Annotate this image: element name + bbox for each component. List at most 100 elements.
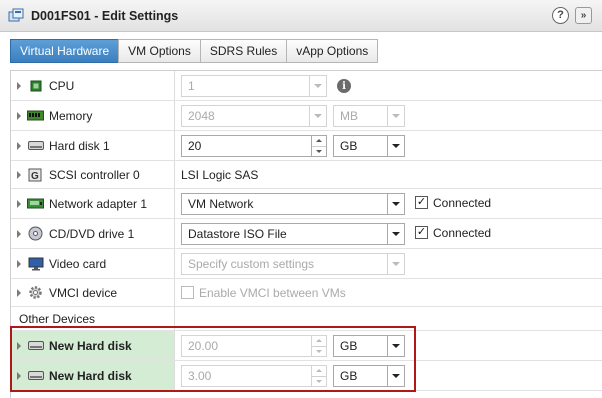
spin-up-button[interactable] (312, 336, 326, 346)
vmci-enable-label: Enable VMCI between VMs (199, 286, 346, 300)
row-header[interactable]: Memory (11, 101, 175, 130)
cd-dvd-source-select[interactable]: Datastore ISO File (181, 223, 405, 245)
vm-icon (8, 8, 24, 24)
memory-size-input[interactable]: 2048 (181, 105, 327, 127)
cd-dvd-connected-checkbox[interactable]: ✓ (415, 226, 428, 239)
video-card-settings-value: Specify custom settings (188, 257, 315, 271)
hard-disk-icon (27, 369, 44, 383)
row-header[interactable]: CD/DVD drive 1 (11, 219, 175, 248)
new-hard-disk-2-size-input[interactable]: 3.00 (181, 365, 327, 387)
memory-icon (27, 109, 44, 123)
expand-arrow-icon[interactable] (17, 111, 21, 120)
row-header[interactable]: G SCSI controller 0 (11, 161, 175, 188)
hard-disk-icon (27, 139, 44, 153)
cd-dvd-icon (27, 226, 44, 241)
dialog-title-bar: D001FS01 - Edit Settings ? » (0, 0, 602, 32)
row-header[interactable]: New Hard disk (11, 361, 175, 390)
cpu-icon (27, 79, 44, 93)
scsi-controller-type: LSI Logic SAS (181, 168, 259, 182)
vmci-enable-checkbox[interactable] (181, 286, 194, 299)
memory-unit-select[interactable]: MB (333, 105, 405, 127)
new-hard-disk-1-size-input[interactable]: 20.00 (181, 335, 327, 357)
row-header[interactable]: Video card (11, 249, 175, 278)
row-header[interactable]: Network adapter 1 (11, 189, 175, 218)
new-hard-disk-2-size-value: 3.00 (188, 369, 212, 383)
expand-arrow-icon[interactable] (17, 288, 21, 297)
expand-arrow-icon[interactable] (17, 199, 21, 208)
expand-arrow-icon[interactable] (17, 81, 21, 90)
hard-disk-icon (27, 339, 44, 353)
expand-arrow-icon[interactable] (17, 341, 21, 350)
new-hard-disk-2-unit-select[interactable]: GB (333, 365, 405, 387)
hard-disk-1-size-input[interactable]: 20 (181, 135, 327, 157)
chevron-down-icon (392, 344, 400, 348)
expand-arrow-icon[interactable] (17, 371, 21, 380)
hardware-row-cpu: CPU 1 i (11, 71, 602, 101)
scsi-controller-label: SCSI controller 0 (49, 167, 140, 182)
new-hard-disk-1-unit-select[interactable]: GB (333, 335, 405, 357)
network-select[interactable]: VM Network (181, 193, 405, 215)
expand-arrow-icon[interactable] (17, 170, 21, 179)
memory-size-value: 2048 (188, 109, 215, 123)
scsi-controller-icon: G (27, 168, 44, 182)
new-hard-disk-1-size-value: 20.00 (188, 339, 219, 353)
expand-arrow-icon[interactable] (17, 259, 21, 268)
chevron-down-icon (314, 84, 322, 88)
spin-up-button[interactable] (312, 366, 326, 376)
hardware-row-network-adapter-1: Network adapter 1 VM Network ✓ Connected (11, 189, 602, 219)
cd-dvd-label: CD/DVD drive 1 (49, 226, 135, 241)
video-card-settings-select[interactable]: Specify custom settings (181, 253, 405, 275)
hardware-row-new-hard-disk-1: New Hard disk 20.00 GB (11, 331, 602, 361)
memory-unit-value: MB (340, 109, 358, 123)
hardware-row-scsi-controller: G SCSI controller 0 LSI Logic SAS (11, 161, 602, 189)
chevron-down-icon (392, 114, 400, 118)
spin-down-button[interactable] (312, 345, 326, 357)
hard-disk-1-unit-select[interactable]: GB (333, 135, 405, 157)
tab-virtual-hardware[interactable]: Virtual Hardware (10, 39, 120, 63)
hard-disk-1-label: Hard disk 1 (49, 138, 110, 153)
spin-down-button[interactable] (312, 375, 326, 387)
hardware-list: CPU 1 i Memory 2048 MB Hard disk 1 20 GB… (10, 70, 602, 398)
network-adapter-icon (27, 197, 44, 211)
hardware-row-vmci-device: VMCI device Enable VMCI between VMs (11, 279, 602, 307)
row-header[interactable]: New Hard disk (11, 331, 175, 360)
chevron-down-icon (392, 202, 400, 206)
tab-vm-options[interactable]: VM Options (118, 39, 201, 63)
more-button[interactable]: » (575, 7, 592, 24)
row-header[interactable]: Hard disk 1 (11, 131, 175, 160)
row-header[interactable]: VMCI device (11, 279, 175, 306)
network-value: VM Network (188, 197, 254, 211)
help-button[interactable]: ? (552, 7, 569, 24)
svg-text:G: G (31, 171, 39, 182)
spin-up-button[interactable] (312, 136, 326, 146)
video-card-label: Video card (49, 256, 107, 271)
dialog-title: D001FS01 - Edit Settings (31, 8, 179, 23)
expand-arrow-icon[interactable] (17, 229, 21, 238)
vmci-gear-icon (27, 286, 44, 300)
video-card-icon (27, 257, 44, 271)
tab-sdrs-rules[interactable]: SDRS Rules (199, 39, 288, 63)
hardware-row-new-hard-disk-2: New Hard disk 3.00 GB (11, 361, 602, 391)
vmci-device-label: VMCI device (49, 285, 118, 300)
row-header[interactable]: Other Devices (11, 307, 175, 330)
hard-disk-1-unit-value: GB (340, 139, 358, 153)
network-connected-checkbox[interactable]: ✓ (415, 196, 428, 209)
network-adapter-label: Network adapter 1 (49, 196, 148, 211)
hardware-row-other-devices: Other Devices (11, 307, 602, 331)
expand-arrow-icon[interactable] (17, 141, 21, 150)
chevron-down-icon (392, 374, 400, 378)
row-header[interactable]: CPU (11, 71, 175, 100)
spin-down-button[interactable] (312, 145, 326, 157)
hardware-row-cd-dvd-drive-1: CD/DVD drive 1 Datastore ISO File ✓ Conn… (11, 219, 602, 249)
cpu-count-select[interactable]: 1 (181, 75, 327, 97)
hard-disk-1-size-value: 20 (188, 139, 202, 153)
tab-bar: Virtual Hardware VM Options SDRS Rules v… (10, 39, 379, 63)
chevron-down-icon (392, 232, 400, 236)
info-icon[interactable]: i (337, 79, 351, 93)
new-hard-disk-label: New Hard disk (49, 338, 132, 353)
tab-vapp-options[interactable]: vApp Options (286, 39, 379, 63)
network-connected-label: Connected (433, 196, 492, 210)
cd-dvd-source-value: Datastore ISO File (188, 227, 287, 241)
hardware-row-video-card: Video card Specify custom settings (11, 249, 602, 279)
new-hard-disk-label: New Hard disk (49, 368, 132, 383)
